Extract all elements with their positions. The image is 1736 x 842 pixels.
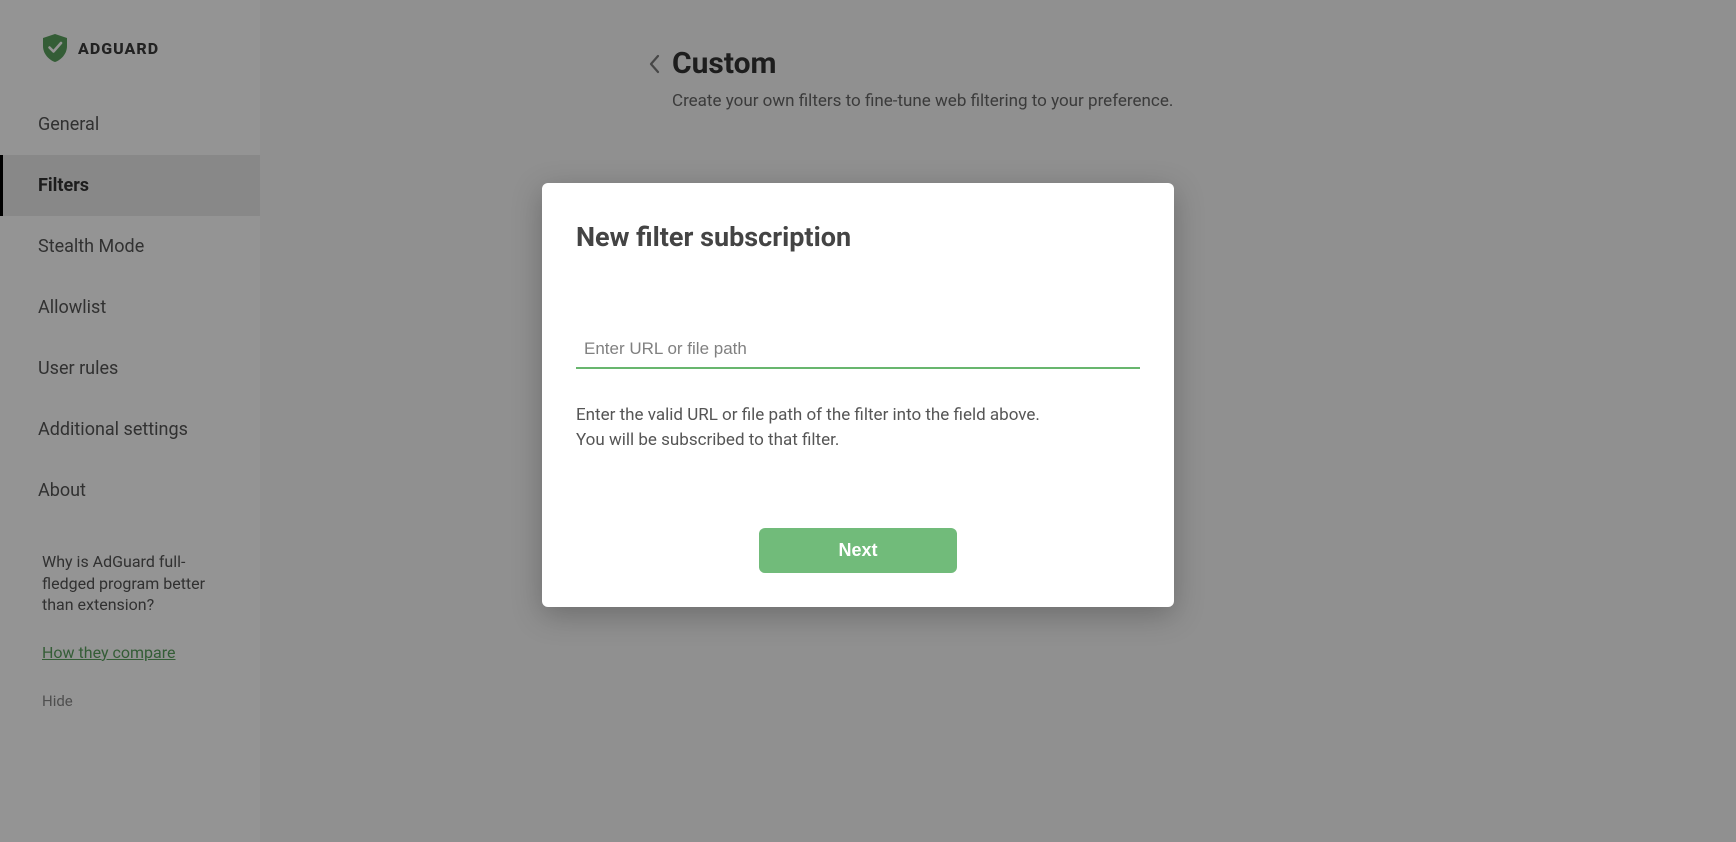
new-filter-subscription-modal: New filter subscription Enter the valid … [542,183,1174,607]
modal-help-line1: Enter the valid URL or file path of the … [576,403,1140,428]
modal-help-line2: You will be subscribed to that filter. [576,428,1140,453]
modal-title: New filter subscription [576,221,1140,253]
modal-help-text: Enter the valid URL or file path of the … [576,403,1140,452]
filter-url-input[interactable] [576,333,1140,369]
next-button[interactable]: Next [759,528,957,573]
